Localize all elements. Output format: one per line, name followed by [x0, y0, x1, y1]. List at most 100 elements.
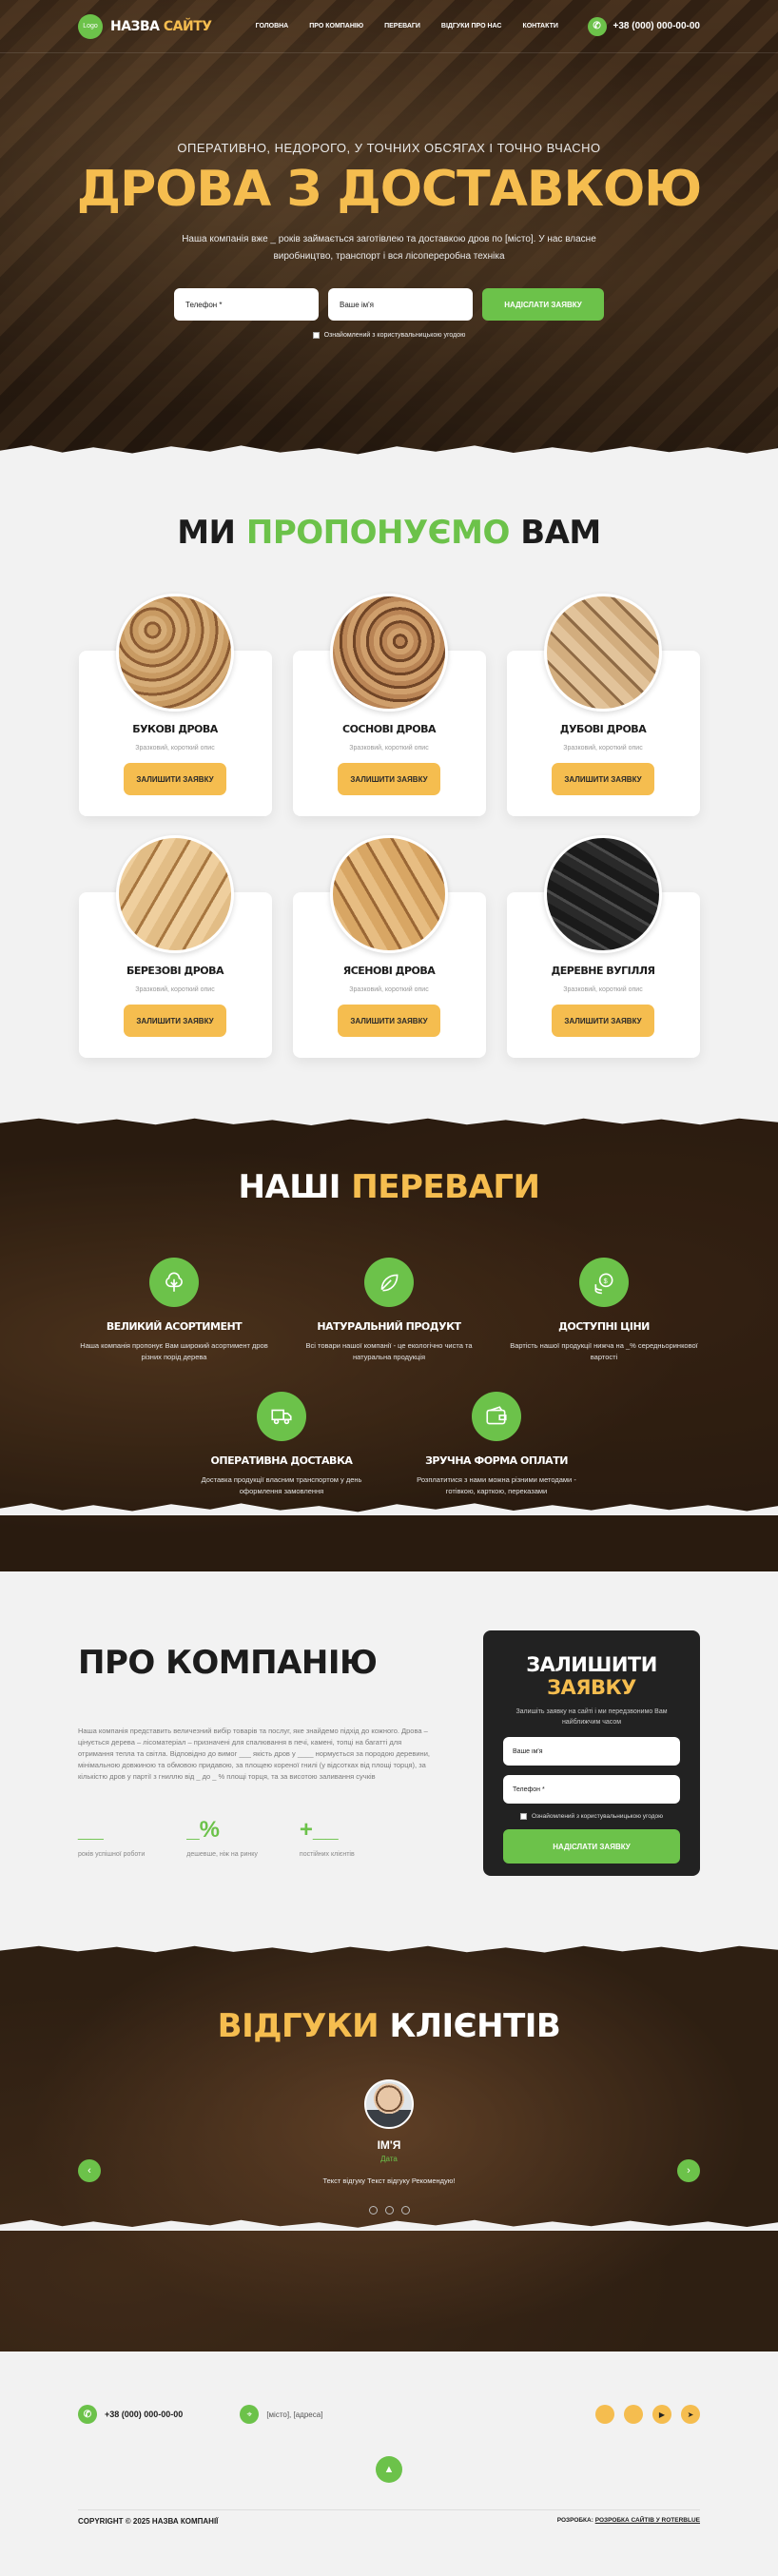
- product-photo: [330, 594, 448, 712]
- hero-subtitle: ОПЕРАТИВНО, НЕДОРОГО, У ТОЧНИХ ОБСЯГАХ І…: [177, 141, 601, 155]
- product-name: БЕРЕЗОВІ ДРОВА: [126, 965, 224, 977]
- request-consent-label: Ознайомлений з користувальницькою угодою: [531, 1813, 664, 1820]
- product-desc: Зразковий, короткий опис: [563, 745, 643, 751]
- nav-item-about[interactable]: ПРО КОМПАНІЮ: [309, 23, 363, 29]
- reviews-prev-button[interactable]: ‹: [78, 2159, 101, 2182]
- product-desc: Зразковий, короткий опис: [135, 986, 215, 993]
- hero-name-input[interactable]: [328, 288, 473, 321]
- header-phone-number: +38 (000) 000-00-00: [613, 21, 700, 31]
- advantage-title: ОПЕРАТИВНА ДОСТАВКА: [210, 1454, 353, 1467]
- product-card: ДУБОВІ ДРОВА Зразковий, короткий опис ЗАЛИ…: [506, 594, 700, 816]
- request-phone-input[interactable]: [503, 1775, 680, 1804]
- about-stats: __ років успішної роботи _% дешевше, ніж…: [78, 1817, 458, 1858]
- products-section: МИ ПРОПОНУЄМО ВАМ БУКОВІ ДРОВА Зразковий,…: [0, 457, 778, 1115]
- torn-edge: [0, 1942, 778, 1953]
- instagram-icon[interactable]: [624, 2405, 643, 2424]
- footer-divider: [78, 2509, 700, 2510]
- hero-consent: Ознайомлений з користувальницькою угодою: [0, 332, 778, 339]
- product-card: ЯСЕНОВІ ДРОВА Зразковий, короткий опис ЗАЛ…: [292, 835, 486, 1058]
- tree-icon: [149, 1258, 199, 1307]
- logo[interactable]: Logo: [78, 13, 103, 39]
- advantage-text: Вартість нашої продукції нижча на _% сер…: [510, 1341, 698, 1361]
- nav-item-advantages[interactable]: ПЕРЕВАГИ: [384, 23, 420, 29]
- hero-title: ДРОВА З ДОСТАВКОЮ: [76, 161, 702, 218]
- request-name-input[interactable]: [503, 1737, 680, 1766]
- product-photo: [544, 594, 662, 712]
- pagination-dot[interactable]: [384, 2206, 394, 2215]
- request-consent-checkbox[interactable]: [519, 1813, 527, 1820]
- pagination-dot[interactable]: [400, 2206, 410, 2215]
- location-icon: ⌖: [240, 2405, 260, 2424]
- hero-submit-button[interactable]: НАДІСЛАТИ ЗАЯВКУ: [482, 288, 604, 321]
- product-request-button[interactable]: ЗАЛИШИТИ ЗАЯВКУ: [552, 763, 654, 795]
- stat-label: років успішної роботи: [78, 1851, 146, 1858]
- request-submit-button[interactable]: НАДІСЛАТИ ЗАЯВКУ: [503, 1829, 680, 1864]
- product-name: СОСНОВІ ДРОВА: [342, 723, 436, 735]
- reviews-title-1: ВІДГУКИ: [217, 2007, 379, 2045]
- nav-item-reviews[interactable]: ВІДГУКИ ПРО НАС: [441, 23, 502, 29]
- developer-link[interactable]: РОЗРОБКА САЙТІВ У ROTERBLUE: [595, 2517, 700, 2524]
- about-section: ПРО КОМПАНІЮ Наша компанія представить в…: [0, 1571, 778, 1942]
- reviews-next-button[interactable]: ›: [677, 2159, 700, 2182]
- product-photo: [116, 594, 234, 712]
- torn-edge: [0, 2219, 778, 2231]
- product-request-button[interactable]: ЗАЛИШИТИ ЗАЯВКУ: [124, 1005, 226, 1037]
- header-phone[interactable]: ✆ +38 (000) 000-00-00: [587, 16, 700, 36]
- footer-address: ⌖ [місто], [адреса]: [240, 2405, 322, 2424]
- hero-section: Logo НАЗВА САЙТУ ГОЛОВНА ПРО КОМПАНІЮ ПЕ…: [0, 0, 778, 457]
- footer-contacts: ✆ +38 (000) 000-00-00 ⌖ [місто], [адреса…: [78, 2405, 700, 2424]
- stat-years: __ років успішної роботи: [78, 1817, 145, 1858]
- advantages-title-1: НАШІ: [238, 1168, 341, 1206]
- product-request-button[interactable]: ЗАЛИШИТИ ЗАЯВКУ: [552, 1005, 654, 1037]
- request-form-subtitle: Залишіть заявку на сайті і ми передзвони…: [515, 1708, 668, 1726]
- nav-item-home[interactable]: ГОЛОВНА: [256, 23, 289, 29]
- hero-text: Наша компанія вже _ років займається заг…: [182, 234, 596, 262]
- reviewer-avatar: [364, 2079, 414, 2129]
- about-content: ПРО КОМПАНІЮ Наша компанія представить в…: [78, 1630, 458, 1942]
- product-card: БЕРЕЗОВІ ДРОВА Зразковий, короткий опис ЗА…: [78, 835, 272, 1058]
- advantage-text: Всі товари нашої компанії - це екологічн…: [305, 1341, 473, 1361]
- site-name-part-2: САЙТУ: [163, 18, 212, 34]
- developer-prefix: РОЗРОБКА:: [556, 2517, 593, 2524]
- product-request-button[interactable]: ЗАЛИШИТИ ЗАЯВКУ: [338, 1005, 440, 1037]
- hero-phone-input[interactable]: [174, 288, 319, 321]
- product-name: ДЕРЕВНЕ ВУГІЛЛЯ: [551, 965, 655, 977]
- youtube-icon[interactable]: ▶: [652, 2405, 671, 2424]
- telegram-icon[interactable]: ➤: [681, 2405, 700, 2424]
- reviewer-name: ІМ'Я: [377, 2138, 401, 2152]
- advantages-title: НАШІ ПЕРЕВАГИ: [0, 1115, 778, 1206]
- review-date: Дата: [380, 2155, 398, 2163]
- product-request-button[interactable]: ЗАЛИШИТИ ЗАЯВКУ: [124, 763, 226, 795]
- footer-phone[interactable]: ✆ +38 (000) 000-00-00: [78, 2405, 183, 2424]
- site-name[interactable]: НАЗВА САЙТУ: [110, 19, 212, 34]
- review-text: Текст відгуку Текст відгуку Рекомендую!: [322, 2176, 456, 2185]
- stat-number: __: [78, 1817, 104, 1843]
- truck-icon: [257, 1392, 306, 1441]
- svg-text:$: $: [603, 1277, 608, 1285]
- facebook-icon[interactable]: [595, 2405, 614, 2424]
- site-name-part-1: НАЗВА: [110, 18, 160, 34]
- about-title: ПРО КОМПАНІЮ: [78, 1644, 378, 1682]
- product-desc: Зразковий, короткий опис: [135, 745, 215, 751]
- request-consent: Ознайомлений з користувальницькою угодою: [502, 1813, 681, 1820]
- advantage-item: НАТУРАЛЬНИЙ ПРОДУКТ Всі товари нашої комп…: [294, 1258, 484, 1363]
- scroll-to-top-button[interactable]: ▲: [376, 2456, 402, 2483]
- coins-icon: $: [579, 1258, 629, 1307]
- reviews-title-2: КЛІЄНТІВ: [389, 2007, 561, 2045]
- advantage-text: Доставка продукції власним транспортом у…: [201, 1475, 362, 1495]
- footer: ✆ +38 (000) 000-00-00 ⌖ [місто], [адреса…: [0, 2352, 778, 2576]
- advantages-title-2: ПЕРЕВАГИ: [351, 1168, 540, 1206]
- product-grid: БУКОВІ ДРОВА Зразковий, короткий опис ЗАЛИ…: [0, 594, 778, 1058]
- nav-item-contacts[interactable]: КОНТАКТИ: [522, 23, 557, 29]
- pagination-dot[interactable]: [368, 2206, 378, 2215]
- footer-bottom: COPYRIGHT © 2025 НАЗВА КОМПАНІЇ РОЗРОБКА…: [78, 2517, 700, 2526]
- product-request-button[interactable]: ЗАЛИШИТИ ЗАЯВКУ: [338, 763, 440, 795]
- product-card: ДЕРЕВНЕ ВУГІЛЛЯ Зразковий, короткий опис З…: [506, 835, 700, 1058]
- product-name: БУКОВІ ДРОВА: [132, 723, 218, 735]
- torn-edge: [0, 445, 778, 457]
- request-form: ЗАЛИШИТИ ЗАЯВКУ Залишіть заявку на сайті…: [483, 1630, 700, 1876]
- advantage-item: ЗРУЧНА ФОРМА ОПЛАТИ Розплатитися з нами м…: [401, 1392, 592, 1497]
- hero-consent-checkbox[interactable]: [312, 332, 320, 339]
- product-photo: [330, 835, 448, 953]
- copyright: COPYRIGHT © 2025 НАЗВА КОМПАНІЇ: [78, 2517, 219, 2526]
